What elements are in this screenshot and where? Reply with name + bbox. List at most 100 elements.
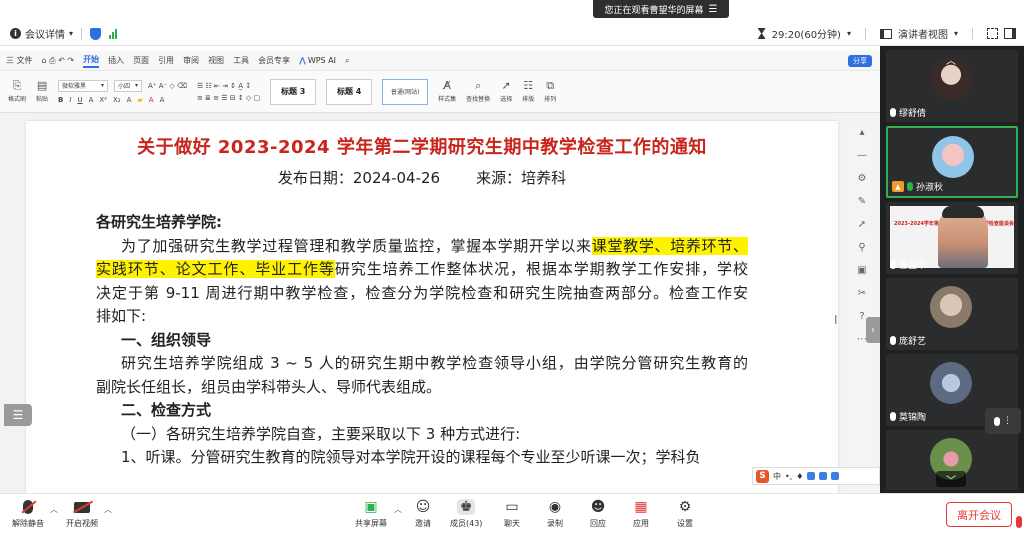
arrange-icon: ⧉ [546, 79, 555, 92]
ime-keyboard-icon[interactable] [807, 472, 816, 480]
apps-icon: ▦ [634, 499, 648, 515]
quick-access-icons[interactable]: ⌂ ⎙ ↶ ↷ [42, 56, 75, 66]
leave-meeting-button[interactable]: 离开会议 [946, 502, 1012, 527]
participant-name: 缪舒倩 [890, 106, 926, 119]
pen-icon[interactable]: ✎ [858, 196, 866, 207]
menu-home[interactable]: 开始 [83, 54, 100, 68]
share-button[interactable]: 分享 [848, 54, 872, 67]
participant-tile[interactable]: 庞舒艺 [886, 278, 1018, 350]
format-painter-button[interactable]: ⎘ 格式刷 [8, 80, 26, 104]
signal-icon[interactable] [109, 28, 118, 39]
highlight-1: 课堂教学、培养环节、 [591, 236, 748, 255]
font-size-select[interactable]: 小四 ▾ [114, 79, 143, 92]
menu-file[interactable]: 三 文件 [6, 55, 33, 66]
start-video-button[interactable]: 开启视频 [66, 499, 98, 529]
style-heading-4[interactable]: 标题 4 [326, 78, 373, 105]
speaker-view-icon[interactable] [879, 28, 892, 39]
divider [864, 27, 866, 40]
ime-punct-icon[interactable]: •, [785, 472, 792, 481]
wps-ai-label: WPS AI [307, 56, 336, 65]
record-button[interactable]: ◉ 录制 [546, 499, 564, 529]
participant-tile[interactable]: ︿ 缪舒倩 [886, 50, 1018, 122]
font-size-buttons[interactable]: A⁺ A⁻ ◇ ⌫ [148, 82, 187, 90]
settings-button[interactable]: ⚙ 设置 [676, 499, 694, 529]
paragraph-1-line-4: 排如下: [96, 307, 147, 325]
ime-skin-icon[interactable] [819, 472, 828, 480]
participant-name-text: 孙淑秋 [916, 183, 944, 193]
image-icon[interactable]: ▣ [857, 265, 866, 276]
wps-ai-button[interactable]: ⋀ WPS AI [299, 56, 336, 65]
chevron-up-icon[interactable]: ︿ [946, 52, 956, 67]
tools-icon[interactable]: ✂ [858, 288, 866, 299]
ime-tools-icon[interactable] [831, 472, 840, 480]
info-icon: i [10, 28, 21, 39]
hourglass-icon [757, 28, 766, 39]
participant-tile-active[interactable]: ▲ 孙淑秋 [886, 126, 1018, 198]
menu-tools[interactable]: 工具 [233, 55, 249, 66]
font-format-row[interactable]: B I U A X² X₂ A ▰ A A [58, 96, 187, 104]
paragraph-1-line-3: 决定于第 9-11 周进行期中教学检查，检查分为学院检查和研究生院抽查两部分。检… [96, 283, 748, 302]
paragraph-group[interactable]: ☰ ☷ ⇤ ⇥ ↕ A̲ ↧ ≡ ≣ ≡ ☰ ⊟ ↕ ◇ ▢ [197, 82, 260, 102]
share-screen-button[interactable]: ▣ 共享屏幕 [355, 499, 387, 529]
menu-insert[interactable]: 插入 [108, 55, 124, 66]
chevron-up-icon[interactable]: ︿ [50, 504, 58, 515]
sidebar-toggle-icon[interactable] [1004, 28, 1016, 39]
menu-icon[interactable]: ☰ [709, 4, 718, 15]
floating-mic-widget[interactable]: ⋮ [985, 408, 1021, 434]
find-replace-button[interactable]: ⌕ 查找替换 [466, 80, 490, 104]
search-icon[interactable]: ⌕ [345, 56, 349, 66]
format-icon[interactable]: ⚙ [858, 173, 867, 184]
cursor-icon[interactable]: ➚ [858, 219, 866, 230]
menu-member[interactable]: 会员专享 [258, 55, 290, 66]
font-name-select[interactable]: 微软雅黑 ▾ [58, 79, 109, 92]
document-page[interactable]: 关于做好 2023-2024 学年第二学期研究生期中教学检查工作的通知 发布日期… [26, 121, 838, 493]
participant-tile-sharing[interactable]: 2023-2024学年第二学期研究生期中教学检查座谈会 曹望华 [886, 202, 1018, 274]
settings-icon[interactable]: ⚲ [858, 242, 865, 253]
menu-review[interactable]: 审阅 [183, 55, 199, 66]
chevron-up-icon[interactable]: ︿ [104, 504, 112, 515]
chevron-down-icon[interactable]: ▾ [954, 29, 958, 38]
paste-button[interactable]: ▤ 粘贴 [36, 80, 49, 104]
minus-icon[interactable]: — [857, 150, 867, 161]
avatar [930, 286, 972, 328]
layout-button[interactable]: ☷ 排版 [522, 80, 534, 104]
ime-mic-icon[interactable]: ♦ [796, 472, 803, 481]
style-normal-web[interactable]: 普通(网站) [382, 78, 429, 105]
chevron-down-icon[interactable]: ▾ [847, 29, 851, 38]
paragraph-1-line-1: 为了加强研究生教学过程管理和教学质量监控，掌握本学期开学以来课堂教学、培养环节、 [96, 235, 748, 259]
arrange-button[interactable]: ⧉ 排列 [544, 79, 556, 104]
invite-button[interactable]: ☺ 邀请 [414, 499, 432, 529]
style-set-button[interactable]: A̸ 样式集 [438, 80, 456, 104]
mic-icon [890, 336, 896, 345]
menu-page[interactable]: 页面 [133, 55, 149, 66]
text-cursor-icon: I [834, 313, 838, 327]
style-heading-3[interactable]: 标题 3 [270, 78, 317, 105]
source-label: 来源： [476, 169, 522, 187]
start-video-label: 开启视频 [66, 519, 98, 528]
menu-view[interactable]: 视图 [208, 55, 224, 66]
members-button[interactable]: ♚ 成员(43) [450, 499, 482, 529]
chevron-up-icon[interactable]: ︿ [394, 504, 402, 515]
chat-button[interactable]: ▭ 聊天 [503, 499, 521, 529]
apps-button[interactable]: ▦ 应用 [632, 499, 650, 529]
meeting-details-button[interactable]: i 会议详情 ▾ [10, 26, 73, 41]
outline-list-icon[interactable]: ☰ [4, 404, 32, 426]
screen-share-banner[interactable]: 您正在观看曹望华的屏幕 ☰ [593, 0, 729, 18]
chevron-down-icon[interactable]: ﹀ [936, 471, 966, 487]
panel-collapse-button[interactable]: › [866, 317, 880, 343]
ime-toolbar[interactable]: S 中 •, ♦ [752, 467, 880, 485]
recording-indicator [1016, 516, 1022, 528]
divider [972, 27, 973, 40]
unmute-button[interactable]: 解除静音 [12, 499, 44, 529]
ime-language[interactable]: 中 [773, 471, 781, 482]
shield-icon[interactable] [90, 27, 102, 40]
menu-reference[interactable]: 引用 [158, 55, 174, 66]
scroll-up-icon[interactable]: ▴ [859, 127, 864, 138]
paste-label: 粘贴 [36, 96, 49, 103]
select-button[interactable]: ➚ 选择 [500, 80, 512, 104]
fullscreen-icon[interactable] [987, 28, 998, 39]
reaction-button[interactable]: ☻ 回应 [589, 499, 607, 529]
view-mode-label[interactable]: 演讲者视图 [898, 26, 948, 41]
help-icon[interactable]: ? [859, 311, 864, 322]
chat-icon: ▭ [505, 499, 519, 515]
